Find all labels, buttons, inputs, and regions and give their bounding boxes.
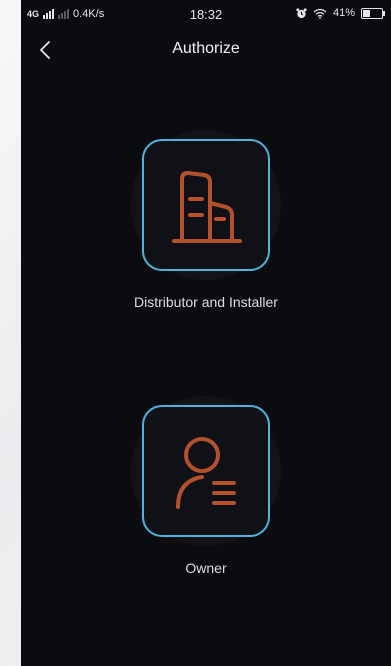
alarm-icon xyxy=(296,7,307,18)
battery-percent: 41% xyxy=(332,7,355,19)
distributor-installer-button[interactable] xyxy=(142,139,270,271)
owner-button[interactable] xyxy=(142,405,270,537)
role-icon-halo xyxy=(131,396,281,546)
building-icon xyxy=(172,171,242,243)
battery-fill xyxy=(363,9,370,17)
role-label-distributor: Distributor and Installer xyxy=(134,294,278,310)
role-distributor-installer: Distributor and Installer xyxy=(21,130,391,310)
phone-screen: 4G 0.4K/s 18:32 41% Authorize Distributo… xyxy=(21,0,391,666)
page-title: Authorize xyxy=(172,40,240,57)
role-label-owner: Owner xyxy=(185,560,227,576)
wifi-icon xyxy=(313,8,327,19)
role-icon-halo xyxy=(131,130,281,280)
nav-bar: Authorize xyxy=(21,30,391,70)
user-list-icon xyxy=(176,437,236,509)
status-bar: 4G 0.4K/s 18:32 41% xyxy=(21,0,391,28)
status-right: 41% xyxy=(296,7,385,19)
role-owner: Owner xyxy=(21,396,391,576)
battery-icon xyxy=(361,7,385,19)
